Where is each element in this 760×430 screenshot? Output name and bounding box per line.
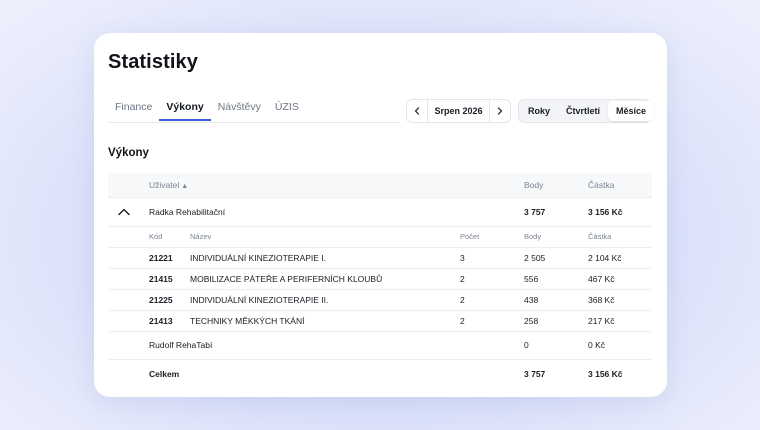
item-body: 258: [524, 316, 539, 326]
item-name: MOBILIZACE PÁTEŘE A PERIFERNÍCH KLOUBŮ: [190, 274, 383, 284]
total-body: 3 757: [524, 369, 546, 379]
user-column-header[interactable]: Uživatel ▲: [149, 173, 188, 199]
item-code: 21221: [149, 253, 173, 263]
user-name: Radka Rehabilitační: [149, 207, 226, 217]
item-count: 2: [460, 295, 465, 305]
body-column-header: Body: [524, 180, 544, 190]
chevron-left-icon: [414, 107, 420, 115]
statistics-card: Statistiky Finance Výkony Návštěvy ÚZIS …: [94, 33, 667, 397]
code-header: Kód: [149, 232, 163, 241]
period-years-button[interactable]: Roky: [520, 101, 558, 121]
stats-table: Uživatel ▲ Body Částka Radka Rehabilitačn…: [108, 173, 652, 388]
month-navigator: Srpen 2026: [406, 99, 511, 123]
table-header: Uživatel ▲ Body Částka: [108, 173, 652, 198]
table-row: 21225 INDIVIDUÁLNÍ KINEZIOTERAPIE II. 2 …: [108, 290, 652, 311]
user-body: 0: [524, 340, 529, 350]
count-header: Počet: [460, 232, 480, 241]
user-row[interactable]: Radka Rehabilitační 3 757 3 156 Kč: [108, 198, 652, 227]
sub-body-header: Body: [524, 232, 542, 241]
chevron-up-icon: [118, 208, 130, 216]
item-amount: 467 Kč: [588, 274, 615, 284]
user-amount: 3 156 Kč: [588, 207, 623, 217]
user-row[interactable]: Rudolf RehaTabí 0 0 Kč: [108, 332, 652, 360]
item-body: 556: [524, 274, 539, 284]
chevron-right-icon: [497, 107, 503, 115]
item-amount: 217 Kč: [588, 316, 615, 326]
item-name: INDIVIDUÁLNÍ KINEZIOTERAPIE II.: [190, 295, 329, 305]
tab-vykony[interactable]: Výkony: [159, 99, 211, 121]
item-name: INDIVIDUÁLNÍ KINEZIOTERAPIE I.: [190, 253, 327, 263]
user-header-label: Uživatel: [149, 180, 180, 190]
tab-uzis[interactable]: ÚZIS: [268, 99, 306, 121]
table-row: 21413 TECHNIKY MĚKKÝCH TKÁNÍ 2 258 217 K…: [108, 311, 652, 332]
item-code: 21225: [149, 295, 173, 305]
period-quarters-button[interactable]: Čtvrtletí: [558, 101, 608, 121]
sort-asc-icon: ▲: [181, 183, 189, 190]
table-row: 21415 MOBILIZACE PÁTEŘE A PERIFERNÍCH KL…: [108, 269, 652, 290]
tab-navstevy[interactable]: Návštěvy: [211, 99, 268, 121]
section-title: Výkony: [108, 147, 149, 159]
prev-month-button[interactable]: [407, 100, 428, 122]
item-count: 2: [460, 316, 465, 326]
total-amount: 3 156 Kč: [588, 369, 623, 379]
total-label: Celkem: [149, 369, 180, 379]
item-name: TECHNIKY MĚKKÝCH TKÁNÍ: [190, 316, 305, 326]
sub-amount-header: Částka: [588, 232, 612, 241]
user-body: 3 757: [524, 207, 546, 217]
period-months-button[interactable]: Měsíce: [608, 101, 655, 121]
total-row: Celkem 3 757 3 156 Kč: [108, 360, 652, 388]
item-body: 438: [524, 295, 539, 305]
item-count: 2: [460, 274, 465, 284]
item-amount: 368 Kč: [588, 295, 615, 305]
amount-column-header: Částka: [588, 180, 615, 190]
table-row: 21221 INDIVIDUÁLNÍ KINEZIOTERAPIE I. 3 2…: [108, 248, 652, 269]
user-amount: 0 Kč: [588, 340, 606, 350]
page-title: Statistiky: [108, 51, 198, 73]
item-body: 2 505: [524, 253, 546, 263]
sub-table-header: Kód Název Počet Body Částka: [108, 227, 652, 248]
user-name: Rudolf RehaTabí: [149, 340, 213, 350]
next-month-button[interactable]: [489, 100, 510, 122]
item-code: 21415: [149, 274, 173, 284]
period-toggle: Roky Čtvrtletí Měsíce: [518, 99, 655, 123]
tab-finance[interactable]: Finance: [108, 99, 159, 121]
item-count: 3: [460, 253, 465, 263]
item-code: 21413: [149, 316, 173, 326]
tab-bar: Finance Výkony Návštěvy ÚZIS: [108, 99, 400, 123]
item-amount: 2 104 Kč: [588, 253, 622, 263]
month-label: Srpen 2026: [434, 106, 483, 116]
name-header: Název: [190, 232, 212, 241]
